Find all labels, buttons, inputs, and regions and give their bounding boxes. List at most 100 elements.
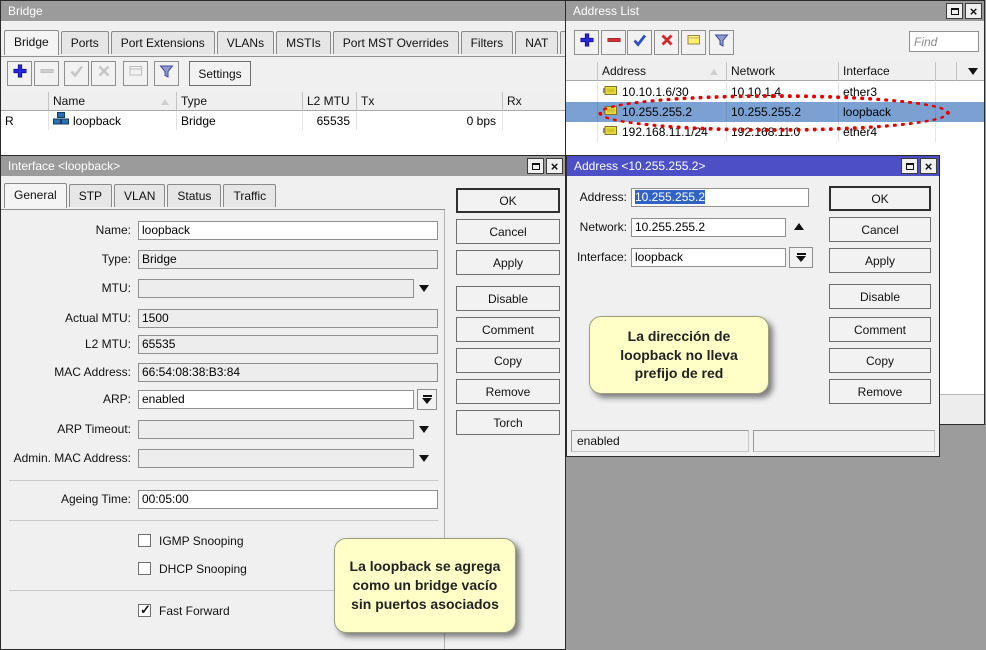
- interface-dialog-title: Interface <loopback>: [8, 159, 120, 173]
- tab-traffic[interactable]: Traffic: [223, 184, 276, 207]
- address-dialog-titlebar[interactable]: Address <10.255.255.2>: [567, 156, 939, 176]
- settings-button[interactable]: Settings: [189, 61, 251, 86]
- close-icon: ×: [970, 5, 978, 18]
- fast-forward-checkbox[interactable]: [138, 604, 151, 617]
- filter-button[interactable]: [154, 61, 179, 86]
- network-field[interactable]: 10.255.255.2: [631, 218, 786, 237]
- column-header-address[interactable]: Address: [598, 62, 727, 81]
- enable-button-disabled[interactable]: [64, 61, 89, 86]
- ok-button[interactable]: OK: [829, 186, 931, 211]
- torch-button[interactable]: Torch: [456, 410, 560, 435]
- address-list-titlebar[interactable]: Address List: [566, 1, 984, 21]
- arp-combo-button[interactable]: [417, 389, 437, 410]
- disable-button[interactable]: [654, 30, 679, 55]
- close-button[interactable]: ×: [920, 158, 937, 174]
- interface-combo-button[interactable]: [789, 247, 813, 268]
- tab-filters[interactable]: Filters: [461, 31, 514, 54]
- close-button[interactable]: ×: [965, 3, 982, 19]
- tab-vlan[interactable]: VLAN: [114, 184, 165, 207]
- close-icon: ×: [925, 160, 933, 173]
- status-bar-cell: [753, 430, 935, 452]
- apply-button[interactable]: Apply: [829, 248, 931, 273]
- mtu-dropdown-icon[interactable]: [419, 285, 429, 292]
- address-label: Address:: [567, 188, 627, 207]
- disable-button[interactable]: Disable: [456, 286, 560, 311]
- network-collapse-icon[interactable]: [794, 223, 804, 230]
- arp-timeout-field[interactable]: [138, 420, 414, 439]
- remove-button[interactable]: Remove: [829, 379, 931, 404]
- tab-stp[interactable]: STP: [69, 184, 112, 207]
- disable-button[interactable]: Disable: [829, 284, 931, 309]
- mtu-field[interactable]: [138, 279, 414, 298]
- remove-button-disabled[interactable]: [34, 61, 59, 86]
- filter-button[interactable]: [709, 30, 734, 55]
- tab-general[interactable]: General: [4, 183, 67, 208]
- bridge-titlebar[interactable]: Bridge: [1, 1, 565, 21]
- comment-button[interactable]: Comment: [456, 317, 560, 342]
- column-header-spacer: [936, 62, 957, 81]
- copy-button[interactable]: Copy: [456, 348, 560, 373]
- find-input[interactable]: [909, 31, 979, 52]
- bridge-callout: La loopback se agrega como un bridge vac…: [334, 538, 516, 633]
- column-header-network[interactable]: Network: [727, 62, 839, 81]
- copy-button[interactable]: Copy: [829, 348, 931, 373]
- cancel-button[interactable]: Cancel: [829, 217, 931, 242]
- name-field[interactable]: loopback: [138, 221, 438, 240]
- tab-mstis[interactable]: MSTIs: [276, 31, 331, 54]
- maximize-button[interactable]: [901, 158, 918, 174]
- tab-bridge[interactable]: Bridge: [4, 30, 59, 55]
- column-header-name-label: Name: [53, 94, 85, 108]
- close-icon: ×: [551, 160, 559, 173]
- enable-button[interactable]: [627, 30, 652, 55]
- dropdown-bar-icon: [423, 395, 432, 397]
- close-button[interactable]: ×: [546, 158, 563, 174]
- arp-timeout-dropdown-icon[interactable]: [419, 426, 429, 433]
- dhcp-snooping-checkbox[interactable]: [138, 562, 151, 575]
- add-button[interactable]: [7, 61, 32, 86]
- tab-vlans[interactable]: VLANs: [217, 31, 274, 54]
- arp-timeout-label: ARP Timeout:: [1, 420, 131, 439]
- check-icon: [632, 32, 648, 53]
- column-header-state[interactable]: [566, 62, 598, 81]
- admin-mac-field[interactable]: [138, 449, 414, 468]
- column-header-l2mtu[interactable]: L2 MTU: [303, 92, 357, 111]
- network-label: Network:: [567, 218, 627, 237]
- column-header-type[interactable]: Type: [177, 92, 303, 111]
- column-header-name[interactable]: Name: [49, 92, 177, 111]
- comment-button[interactable]: Comment: [829, 317, 931, 342]
- interface-dialog: Interface <loopback> × General STP VLAN …: [0, 155, 566, 650]
- column-header-tx[interactable]: Tx: [357, 92, 503, 111]
- tab-status[interactable]: Status: [167, 184, 221, 207]
- interface-field[interactable]: loopback: [631, 248, 786, 267]
- column-header-interface[interactable]: Interface: [839, 62, 936, 81]
- address-field[interactable]: 10.255.255.2: [631, 188, 809, 207]
- column-header-state[interactable]: [1, 92, 49, 111]
- column-header-rx[interactable]: Rx: [503, 92, 565, 111]
- add-button[interactable]: [574, 30, 599, 55]
- apply-button[interactable]: Apply: [456, 250, 560, 275]
- maximize-button[interactable]: [946, 3, 963, 19]
- interface-titlebar[interactable]: Interface <loopback>: [1, 156, 565, 176]
- tab-ports[interactable]: Ports: [61, 31, 109, 54]
- tab-port-mst-overrides[interactable]: Port MST Overrides: [333, 31, 459, 54]
- cancel-button[interactable]: Cancel: [456, 219, 560, 244]
- admin-mac-dropdown-icon[interactable]: [419, 455, 429, 462]
- tab-port-extensions[interactable]: Port Extensions: [111, 31, 215, 54]
- cell-state: [566, 82, 598, 102]
- cell-state: [566, 102, 598, 122]
- igmp-snooping-checkbox[interactable]: [138, 534, 151, 547]
- maximize-button[interactable]: [527, 158, 544, 174]
- funnel-icon: [714, 33, 729, 53]
- remove-button[interactable]: [601, 30, 626, 55]
- tab-nat[interactable]: NAT: [515, 31, 558, 54]
- disable-button-disabled[interactable]: [91, 61, 116, 86]
- sort-ascending-icon: [710, 69, 718, 75]
- ok-button[interactable]: OK: [456, 188, 560, 213]
- column-select-button[interactable]: [957, 62, 984, 81]
- arp-field[interactable]: enabled: [138, 390, 414, 409]
- remove-button[interactable]: Remove: [456, 379, 560, 404]
- ageing-time-field[interactable]: 00:05:00: [138, 490, 438, 509]
- comment-button[interactable]: [681, 30, 706, 55]
- maximize-icon: [951, 8, 959, 15]
- comment-button-disabled[interactable]: [123, 61, 148, 86]
